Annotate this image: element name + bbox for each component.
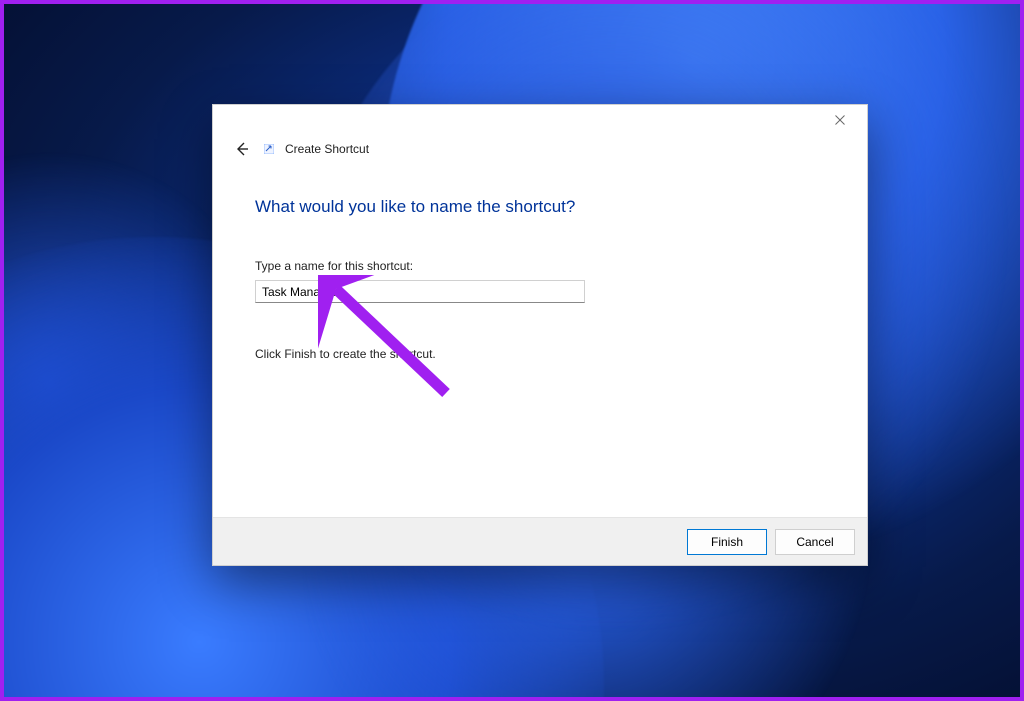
arrow-left-icon — [234, 141, 250, 157]
dialog-title: Create Shortcut — [285, 142, 369, 156]
create-shortcut-dialog: Create Shortcut What would you like to n… — [212, 104, 868, 566]
finish-button[interactable]: Finish — [687, 529, 767, 555]
dialog-titlebar — [213, 105, 867, 135]
dialog-nav-row: Create Shortcut — [213, 135, 867, 163]
dialog-footer: Finish Cancel — [213, 517, 867, 565]
cancel-button[interactable]: Cancel — [775, 529, 855, 555]
close-button[interactable] — [823, 107, 857, 133]
dialog-heading: What would you like to name the shortcut… — [255, 197, 837, 217]
close-icon — [835, 115, 845, 125]
shortcut-icon — [263, 143, 275, 155]
name-field-label: Type a name for this shortcut: — [255, 259, 837, 273]
back-button[interactable] — [231, 138, 253, 160]
shortcut-name-input[interactable] — [255, 280, 585, 303]
dialog-hint: Click Finish to create the shortcut. — [255, 347, 837, 361]
dialog-content: What would you like to name the shortcut… — [213, 163, 867, 517]
